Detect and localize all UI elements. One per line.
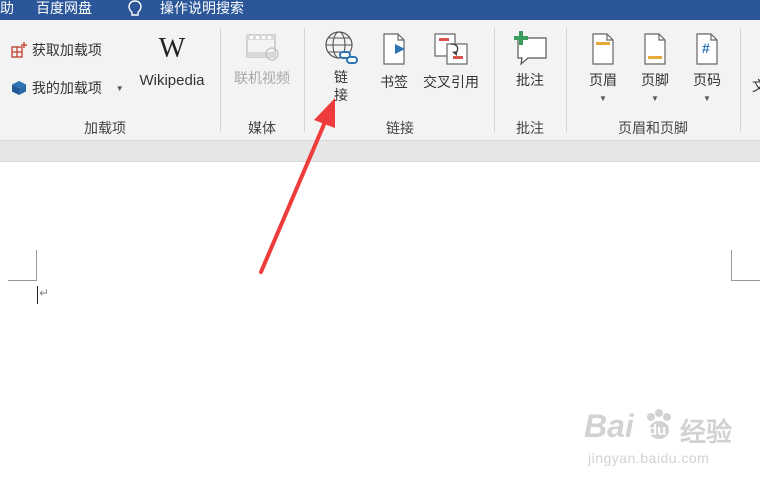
- annotation-arrow: [259, 98, 335, 274]
